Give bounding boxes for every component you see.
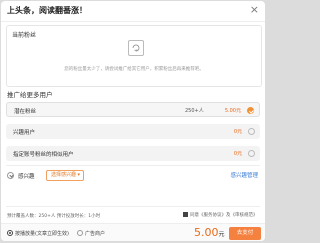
dialog-title: 上头条，阅读翻番涨！ (7, 6, 87, 15)
estimate-text: 预计覆盖人数：250+人 预计投放时长：1小时 (7, 214, 101, 219)
close-icon[interactable]: × (250, 3, 259, 17)
promotion-dialog: 上头条，阅读翻番涨！ × 当前粉丝 您的粉丝量太少了，请尝试推广给其它用户，积累… (1, 1, 265, 241)
agreement-text: 同意《服务协议》及《审核规范》 (190, 213, 258, 218)
checkbox-icon[interactable] (248, 150, 255, 157)
total-price: 5.00元 (194, 226, 225, 239)
option-label: 潜在粉丝 (14, 109, 37, 115)
interest-row: 感兴趣 选择感兴趣 ▾ (7, 170, 261, 182)
option-reach: 250+人 (185, 108, 204, 114)
radio-icon[interactable] (77, 230, 83, 236)
radio-label-advertiser[interactable]: 广告商户 (85, 230, 105, 237)
interest-label: 感兴趣 (18, 174, 35, 180)
total-value: 5.00 (194, 226, 219, 239)
checkbox-icon[interactable] (248, 128, 255, 135)
option-similar-users[interactable]: 指定账号粉丝的相似用户 0元 (6, 146, 260, 161)
option-label: 兴趣用户 (13, 130, 36, 136)
promote-section-title: 推广给更多用户 (7, 91, 53, 99)
agreement[interactable]: 同意《服务协议》及《审核规范》 (183, 212, 258, 218)
option-price: 5.00元 (224, 108, 241, 114)
chevron-down-icon[interactable] (7, 172, 14, 179)
empty-state-icon (128, 40, 144, 56)
divider (6, 165, 260, 166)
interest-manage-link[interactable]: 感兴趣管理 (230, 171, 258, 179)
option-price: 0元 (233, 129, 242, 135)
divider (6, 206, 260, 207)
current-fans-label: 当前粉丝 (12, 32, 37, 39)
total-unit: 元 (218, 231, 225, 238)
option-price: 0元 (233, 151, 242, 157)
dialog-titlebar: 上头条，阅读翻番涨！ × (1, 1, 265, 22)
radio-label-views[interactable]: 按播放量(文章立即生效) (15, 230, 69, 237)
empty-state-text: 您的粉丝量太少了，请尝试推广给其它用户，积累粉丝后再来推荐吧。 (64, 67, 204, 72)
pay-button[interactable]: 去支付 (229, 227, 261, 240)
checkbox-checked-icon[interactable] (247, 107, 254, 114)
current-fans-card: 当前粉丝 您的粉丝量太少了，请尝试推广给其它用户，积累粉丝后再来推荐吧。 (6, 25, 262, 87)
interest-select-button[interactable]: 选择感兴趣 ▾ (46, 170, 84, 181)
footer-bar: 按播放量(文章立即生效) 广告商户 5.00元 去支付 (1, 223, 265, 241)
radio-selected-icon[interactable] (7, 230, 13, 236)
option-potential-fans[interactable]: 潜在粉丝 250+人 5.00元 (6, 102, 260, 117)
agree-checkbox-icon[interactable] (183, 212, 188, 217)
interest-select-label: 选择感兴趣 (51, 172, 77, 178)
option-label: 指定账号粉丝的相似用户 (13, 152, 74, 158)
caret-down-icon: ▾ (77, 172, 80, 178)
option-interest-users[interactable]: 兴趣用户 0元 (6, 124, 260, 139)
